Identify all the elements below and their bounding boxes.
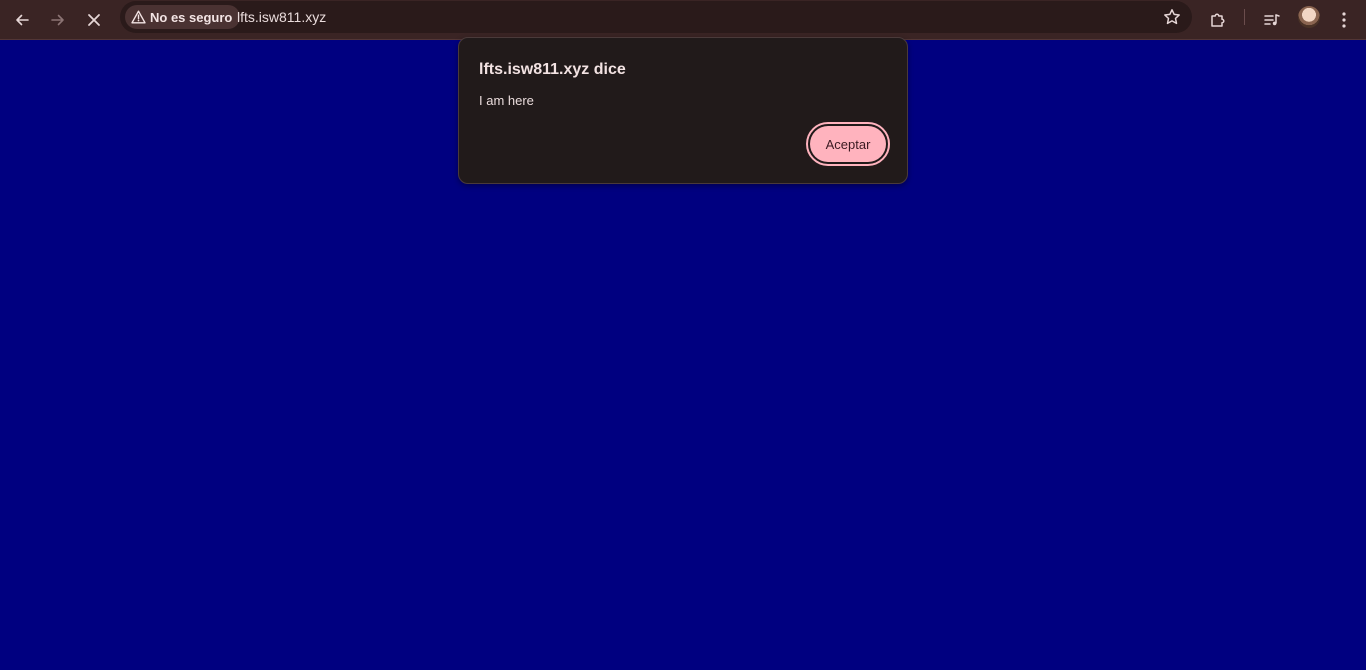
extensions-puzzle-icon xyxy=(1211,13,1225,27)
forward-button[interactable] xyxy=(42,4,74,36)
stop-loading-icon xyxy=(88,14,100,26)
accept-button-label: Aceptar xyxy=(810,126,886,162)
accept-button[interactable]: Aceptar xyxy=(806,122,890,166)
media-controls-icon xyxy=(1264,14,1280,26)
security-label: No es seguro xyxy=(150,9,233,25)
forward-arrow-icon xyxy=(51,14,64,26)
bookmark-star-icon xyxy=(1164,9,1180,25)
bookmark-button[interactable] xyxy=(1160,5,1184,29)
security-indicator[interactable]: No es seguro xyxy=(125,5,241,29)
back-arrow-icon xyxy=(16,14,29,26)
address-bar[interactable]: No es seguro lfts.isw811.xyz xyxy=(120,1,1192,33)
media-controls-button[interactable] xyxy=(1256,4,1288,36)
menu-button[interactable] xyxy=(1328,4,1360,36)
extensions-button[interactable] xyxy=(1202,4,1234,36)
dialog-message: I am here xyxy=(479,93,534,108)
alert-dialog: lfts.isw811.xyz dice I am here Aceptar xyxy=(458,37,908,184)
menu-dots-icon xyxy=(1342,12,1346,28)
browser-toolbar: No es seguro lfts.isw811.xyz xyxy=(0,0,1366,40)
toolbar-divider xyxy=(1244,9,1245,25)
url-text[interactable]: lfts.isw811.xyz xyxy=(237,9,326,25)
profile-avatar[interactable] xyxy=(1298,6,1320,28)
back-button[interactable] xyxy=(6,4,38,36)
dialog-title: lfts.isw811.xyz dice xyxy=(479,61,626,78)
stop-button[interactable] xyxy=(78,4,110,36)
warning-icon xyxy=(131,10,146,24)
